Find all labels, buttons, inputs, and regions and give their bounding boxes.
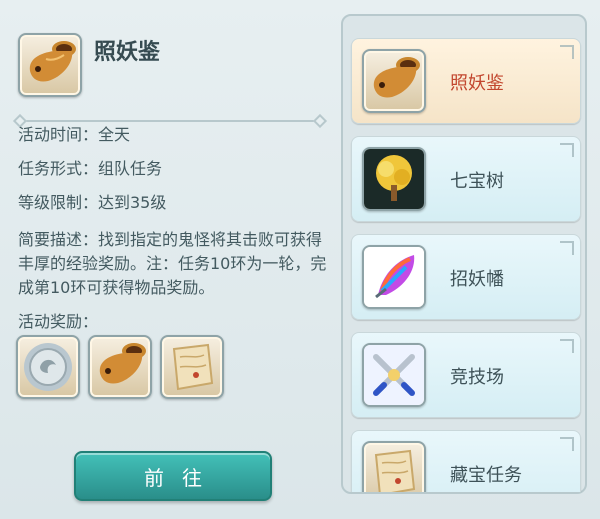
list-item-jingjichang[interactable]: 竞技场: [351, 332, 581, 418]
activity-description: 简要描述：找到指定的鬼怪将其击败可获得丰厚的经验奖励。注：任务10环为一轮，完成…: [18, 230, 327, 297]
list-item-label: 竞技场: [450, 367, 504, 388]
list-item-label: 照妖鉴: [450, 73, 504, 94]
horn-icon: [29, 41, 76, 82]
golden-tree-icon: [364, 149, 424, 209]
level-limit: 等级限制：达到35级: [18, 193, 167, 212]
activity-list: 照妖鉴 七宝树 招妖幡 竞技场 藏宝任务: [343, 16, 585, 492]
list-item-icon-frame: [362, 147, 426, 211]
list-item-icon-frame: [362, 49, 426, 113]
horn-icon: [99, 343, 146, 384]
scroll-map-icon: [172, 343, 214, 391]
list-item-icon-frame: [362, 245, 426, 309]
reward-label: 活动奖励：: [18, 312, 99, 331]
list-item-label: 藏宝任务: [450, 465, 522, 486]
scroll-map-icon: [374, 449, 416, 492]
list-item-zhaoyaojian[interactable]: 照妖鉴: [351, 38, 581, 124]
reward-item[interactable]: [88, 335, 152, 399]
activity-icon-frame: [18, 33, 82, 97]
reward-item[interactable]: [160, 335, 224, 399]
rainbow-feather-icon: [364, 247, 424, 307]
list-item-zhaoyaofan[interactable]: 招妖幡: [351, 234, 581, 320]
activity-list-panel: 照妖鉴 七宝树 招妖幡 竞技场 藏宝任务: [341, 14, 587, 494]
task-form: 任务形式：组队任务: [18, 159, 163, 178]
reward-list: [16, 335, 224, 399]
activity-title: 照妖鉴: [94, 40, 161, 65]
list-item-label: 招妖幡: [450, 269, 504, 290]
list-item-cangbaorenwu[interactable]: 藏宝任务: [351, 430, 581, 492]
reward-item[interactable]: [16, 335, 80, 399]
activity-detail-panel: 照妖鉴 活动时间：全天 任务形式：组队任务 等级限制：达到35级 简要描述：找到…: [0, 0, 336, 519]
list-item-qibaoshu[interactable]: 七宝树: [351, 136, 581, 222]
list-item-label: 七宝树: [450, 171, 504, 192]
silver-coin-icon: [24, 343, 72, 391]
list-item-icon-frame: [362, 441, 426, 492]
activity-time: 活动时间：全天: [18, 125, 131, 144]
horn-icon: [373, 57, 420, 98]
list-item-icon-frame: [362, 343, 426, 407]
go-button[interactable]: 前往: [74, 451, 272, 501]
crossed-swords-icon: [364, 345, 424, 405]
